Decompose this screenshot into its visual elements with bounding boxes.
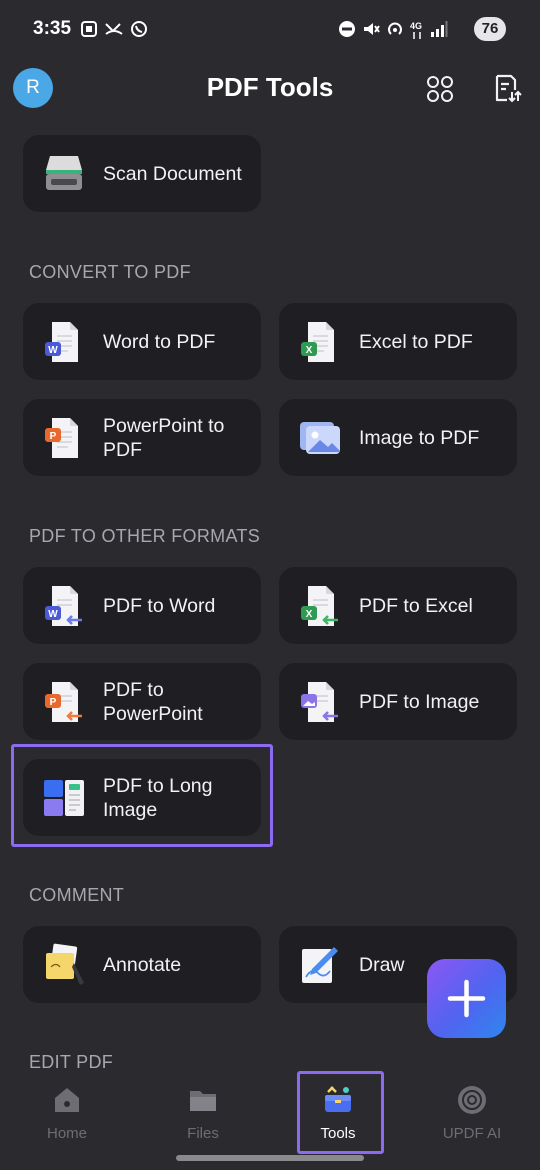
card-label: Word to PDF bbox=[103, 330, 216, 353]
sticky-note-icon bbox=[46, 943, 84, 985]
card-label: PowerPoint to PDF bbox=[103, 414, 225, 461]
image-to-pdf-card[interactable]: Image to PDF bbox=[279, 399, 517, 476]
svg-text:P: P bbox=[50, 697, 57, 708]
pdf-to-image-card[interactable]: PDF to Image bbox=[279, 663, 517, 740]
nav-updf-ai[interactable]: UPDF AI bbox=[422, 1070, 522, 1160]
hotspot-icon bbox=[388, 22, 402, 35]
sort-document-icon[interactable] bbox=[491, 72, 523, 104]
pdf-to-powerpoint-card[interactable]: P PDF to PowerPoint bbox=[23, 663, 261, 740]
svg-text:W: W bbox=[48, 345, 58, 356]
card-label: Annotate bbox=[103, 953, 182, 976]
card-label: Image to PDF bbox=[359, 426, 480, 449]
page-title: PDF Tools bbox=[206, 72, 334, 102]
card-label: PDF to Excel bbox=[359, 594, 473, 617]
annotate-card[interactable]: Annotate bbox=[23, 926, 261, 1003]
powerpoint-to-pdf-card[interactable]: P PowerPoint to PDF bbox=[23, 399, 261, 476]
pdf-to-excel-icon: X bbox=[301, 585, 338, 626]
status-left-icons bbox=[80, 20, 148, 38]
pdf-to-word-card[interactable]: W PDF to Word bbox=[23, 567, 261, 644]
pdf-to-image-icon bbox=[301, 681, 338, 722]
nav-label: UPDF AI bbox=[442, 1125, 502, 1142]
excel-file-icon: X bbox=[301, 321, 334, 362]
section-title-convert-to-pdf: CONVERT TO PDF bbox=[29, 262, 191, 282]
card-label: Scan Document bbox=[103, 162, 242, 185]
4g-data-icon: 4G bbox=[410, 21, 422, 39]
nav-home[interactable]: Home bbox=[17, 1070, 117, 1160]
image-icon bbox=[300, 421, 340, 454]
scan-document-card[interactable]: Scan Document bbox=[23, 135, 261, 212]
card-label: PDF to PowerPoint bbox=[103, 678, 203, 725]
battery-icon: 76 bbox=[474, 17, 506, 41]
powerpoint-file-icon: P bbox=[45, 417, 78, 458]
apps-grid-icon[interactable] bbox=[424, 73, 456, 105]
highlight-box bbox=[11, 744, 273, 847]
card-label: Excel to PDF bbox=[359, 330, 473, 353]
scanner-icon bbox=[46, 155, 82, 190]
pdf-to-word-icon: W bbox=[45, 585, 82, 626]
svg-text:W: W bbox=[48, 609, 58, 620]
svg-text:X: X bbox=[306, 345, 313, 356]
home-indicator[interactable] bbox=[176, 1155, 364, 1161]
pdf-to-powerpoint-icon: P bbox=[45, 681, 82, 722]
missed-call-icon bbox=[105, 23, 123, 35]
excel-to-pdf-card[interactable]: X Excel to PDF bbox=[279, 303, 517, 380]
add-fab-button[interactable] bbox=[427, 959, 506, 1038]
card-label: PDF to Image bbox=[359, 690, 480, 713]
section-title-pdf-to-other-formats: PDF TO OTHER FORMATS bbox=[29, 526, 261, 546]
nav-label: Files bbox=[187, 1125, 219, 1142]
ai-swirl-icon bbox=[458, 1086, 486, 1114]
status-right-icons: 4G bbox=[338, 20, 448, 40]
nav-label: Home bbox=[46, 1125, 87, 1142]
status-bar: 3:35 4G 76 bbox=[0, 0, 540, 60]
do-not-disturb-icon bbox=[339, 21, 355, 37]
section-title-comment: COMMENT bbox=[29, 885, 125, 905]
whatsapp-icon bbox=[131, 21, 147, 37]
word-file-icon: W bbox=[45, 321, 78, 362]
app-bar: R PDF Tools bbox=[0, 60, 540, 120]
signal-icon bbox=[431, 21, 448, 37]
folder-icon bbox=[190, 1091, 216, 1111]
nav-files[interactable]: Files bbox=[153, 1070, 253, 1160]
status-time: 3:35 bbox=[33, 18, 72, 39]
word-to-pdf-card[interactable]: W Word to PDF bbox=[23, 303, 261, 380]
draw-icon bbox=[302, 946, 338, 983]
svg-text:4G: 4G bbox=[410, 21, 422, 31]
pdf-to-excel-card[interactable]: X PDF to Excel bbox=[279, 567, 517, 644]
screenshot-icon bbox=[81, 21, 97, 37]
svg-text:P: P bbox=[50, 431, 57, 442]
svg-text:X: X bbox=[306, 609, 313, 620]
card-label: PDF to Word bbox=[103, 594, 216, 617]
nav-highlight-box bbox=[297, 1071, 384, 1154]
plus-icon bbox=[447, 979, 486, 1018]
mute-icon bbox=[364, 23, 380, 35]
home-icon bbox=[55, 1088, 79, 1112]
